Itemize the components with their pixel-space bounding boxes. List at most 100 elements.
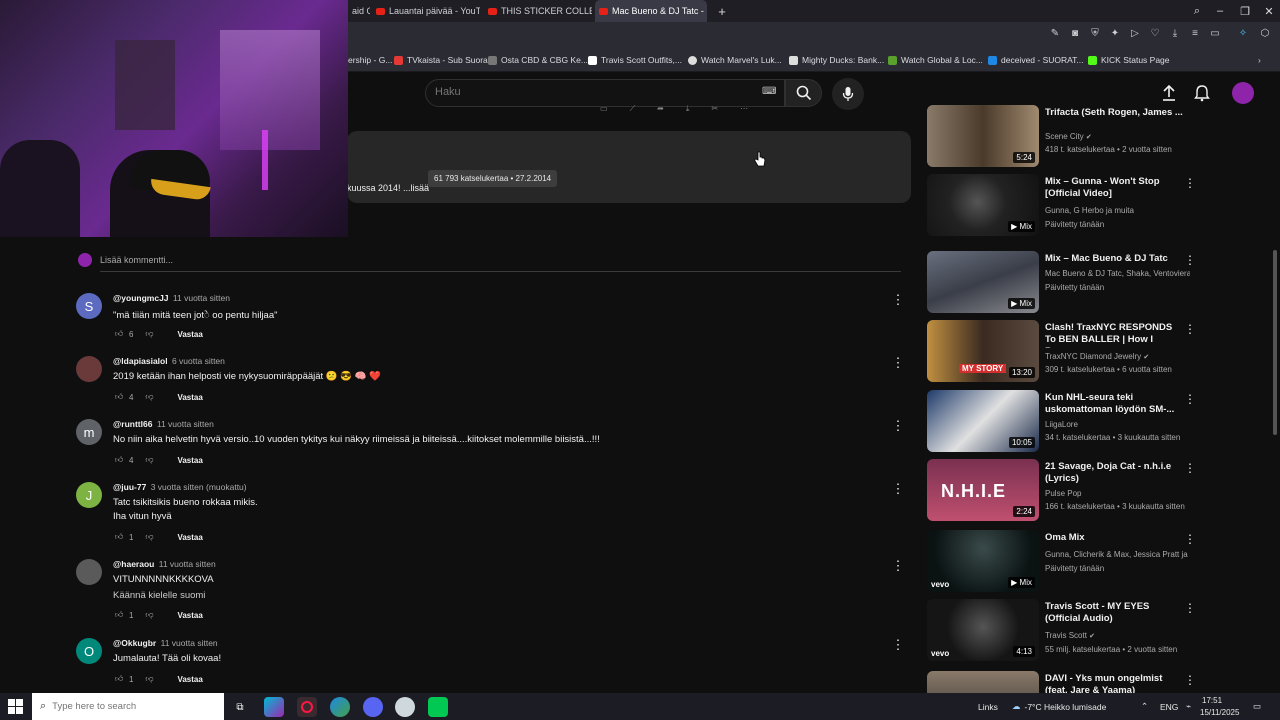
video-channel[interactable]: Gunna, G Herbo ja muita — [1045, 206, 1190, 215]
description-snippet[interactable]: kuussa 2014! ...lisää — [347, 183, 429, 193]
bookmark-item[interactable]: Watch Marvel's Luk... — [688, 53, 782, 67]
wallet-icon[interactable]: ▭ — [1208, 27, 1222, 41]
more-options-icon[interactable]: ⋮ — [891, 293, 905, 307]
reply-button[interactable]: Vastaa — [177, 330, 202, 339]
video-channel[interactable]: Gunna, Clicherik & Max, Jessica Pratt ja… — [1045, 550, 1190, 559]
opera-gx-icon[interactable] — [297, 697, 317, 717]
search-tabs-icon[interactable]: ⌕ — [1185, 0, 1209, 22]
share-icon[interactable]: ➦ — [657, 104, 664, 118]
camera-icon[interactable]: ◙ — [1068, 27, 1082, 41]
more-options-icon[interactable]: ⋮ — [1184, 673, 1196, 687]
video-thumbnail[interactable]: ▶ Mix — [927, 174, 1039, 236]
comment-author[interactable]: @ldapiasialol — [113, 356, 168, 366]
tab-partial[interactable]: aid Of — [348, 0, 370, 22]
scrollbar-thumb[interactable] — [1273, 250, 1277, 435]
search-box[interactable]: ⌨ — [425, 79, 785, 107]
reply-button[interactable]: Vastaa — [177, 533, 202, 542]
discord-icon[interactable] — [363, 697, 383, 717]
avatar[interactable] — [76, 559, 102, 585]
reply-button[interactable]: Vastaa — [177, 456, 202, 465]
related-video[interactable]: DAVI - Yks mun ongelmist (feat. Jare & Y… — [927, 671, 1207, 693]
channel-name[interactable]: Scene City — [1045, 132, 1084, 141]
comment-time[interactable]: 6 vuotta sitten — [172, 356, 225, 366]
like-icon[interactable]: 👍︎ — [113, 609, 125, 621]
video-thumbnail[interactable]: MY STORY 13:20 — [927, 320, 1039, 382]
avatar[interactable]: S — [76, 293, 102, 319]
video-title[interactable]: 21 Savage, Doja Cat - n.h.i.e (Lyrics) — [1045, 461, 1185, 485]
like-icon[interactable]: 👍︎ — [113, 454, 125, 466]
bookmark-item[interactable]: KICK Status Page — [1088, 53, 1170, 67]
play-icon[interactable]: ▷ — [1128, 27, 1142, 41]
dislike-icon[interactable]: 👎︎ — [143, 328, 155, 340]
more-options-icon[interactable]: ⋮ — [1184, 532, 1196, 546]
chat-app-icon[interactable] — [428, 697, 448, 717]
comment-time[interactable]: 11 vuotta sitten — [161, 638, 218, 648]
related-video[interactable]: MY STORY 13:20 Clash! TraxNYC RESPONDS T… — [927, 320, 1207, 382]
more-icon[interactable]: ⋯ — [740, 104, 748, 118]
more-bookmarks-icon[interactable]: › — [1258, 53, 1261, 67]
video-channel[interactable]: Pulse Pop — [1045, 489, 1190, 498]
related-video[interactable]: 5:24 Trifacta (Seth Rogen, James ... Sce… — [927, 105, 1207, 167]
like-icon[interactable]: 👍︎ — [113, 328, 125, 340]
avatar[interactable]: m — [76, 419, 102, 445]
video-title[interactable]: Trifacta (Seth Rogen, James ... — [1045, 107, 1185, 119]
like-icon[interactable]: ▭ — [600, 104, 608, 118]
language-indicator[interactable]: ENG — [1160, 693, 1178, 720]
comment-time[interactable]: 3 vuotta sitten (muokattu) — [151, 482, 247, 492]
bookmark-item[interactable]: Travis Scott Outfits,... — [588, 53, 682, 67]
bookmark-item[interactable]: ership - G... — [348, 53, 392, 67]
like-icon[interactable]: 👍︎ — [113, 391, 125, 403]
keyboard-icon[interactable]: ⌨ — [762, 86, 776, 97]
notifications-button[interactable] — [1193, 84, 1211, 102]
like-icon[interactable]: 👍︎ — [113, 673, 125, 685]
shield-icon[interactable]: ⛨ — [1088, 27, 1102, 41]
more-options-icon[interactable]: ⋮ — [1184, 392, 1196, 406]
clock-time[interactable]: 17:51 — [1202, 694, 1222, 706]
comment-author[interactable]: @Okkugbr — [113, 638, 156, 648]
tab-active[interactable]: Mac Bueno & DJ Tatc - N — [595, 0, 707, 22]
related-video[interactable]: ▶ Mix Mix – Gunna - Won't Stop [Official… — [927, 174, 1207, 236]
description-box[interactable]: kuussa 2014! ...lisää — [347, 131, 911, 203]
video-thumbnail[interactable]: vevo 4:13 — [927, 599, 1039, 661]
taskbar-search-input[interactable] — [52, 701, 213, 712]
copilot-icon[interactable] — [264, 697, 284, 717]
reply-button[interactable]: Vastaa — [177, 675, 202, 684]
more-options-icon[interactable]: ⋮ — [891, 356, 905, 370]
edge-icon[interactable] — [330, 697, 350, 717]
more-options-icon[interactable]: ⋮ — [891, 419, 905, 433]
related-video[interactable]: ▶ Mix Mix – Mac Bueno & DJ Tatc Mac Buen… — [927, 251, 1207, 313]
bookmark-item[interactable]: deceived - SUORAT... — [988, 53, 1084, 67]
weather-widget[interactable]: ☁ -7°C Heikko lumisade — [1012, 693, 1106, 720]
channel-name[interactable]: TraxNYC Diamond Jewelry — [1045, 352, 1141, 361]
video-thumbnail[interactable] — [927, 671, 1039, 693]
account-avatar[interactable] — [1232, 82, 1254, 104]
video-title[interactable]: Clash! TraxNYC RESPONDS To BEN BALLER | … — [1045, 322, 1185, 348]
tab-sticker[interactable]: THIS STICKER COLLECTOR — [484, 0, 592, 22]
more-options-icon[interactable]: ⋮ — [891, 482, 905, 496]
video-title[interactable]: Travis Scott - MY EYES (Official Audio) — [1045, 601, 1185, 625]
video-thumbnail[interactable]: 10:05 — [927, 390, 1039, 452]
comment-author[interactable]: @juu-77 — [113, 482, 146, 492]
minimize-button[interactable]: – — [1208, 0, 1232, 22]
task-view-icon[interactable]: ⧉ — [230, 697, 250, 717]
video-channel[interactable]: Scene City ✔ — [1045, 132, 1190, 141]
reply-button[interactable]: Vastaa — [177, 611, 202, 620]
dislike-icon[interactable]: 👎︎ — [143, 391, 155, 403]
dislike-icon[interactable]: 👎︎ — [143, 531, 155, 543]
add-comment-input[interactable]: Lisää kommentti... — [100, 255, 173, 265]
video-title[interactable]: Kun NHL-seura teki uskomattoman löydön S… — [1045, 392, 1185, 416]
search-button[interactable] — [785, 79, 822, 107]
menu-icon[interactable]: ≡ — [1188, 27, 1202, 41]
video-channel[interactable]: Mac Bueno & DJ Tatc, Shaka, Ventoviera..… — [1045, 269, 1190, 278]
comment-author[interactable]: @runttl66 — [113, 419, 152, 429]
related-video[interactable]: vevo ▶ Mix Oma Mix Gunna, Clicherik & Ma… — [927, 530, 1207, 592]
clip-icon[interactable]: ✂ — [711, 104, 718, 118]
translate-link[interactable]: Käännä kielelle suomi — [113, 590, 205, 601]
dislike-icon[interactable]: 👎︎ — [143, 454, 155, 466]
video-channel[interactable]: Travis Scott ✔ — [1045, 631, 1190, 640]
dislike-icon[interactable]: 👎︎ — [143, 673, 155, 685]
download-icon[interactable]: ⤓ — [1168, 27, 1182, 41]
app-icon[interactable] — [395, 697, 415, 717]
tab-lauantai[interactable]: Lauantai päivää - YouTube — [372, 0, 480, 22]
video-title[interactable]: Mix – Mac Bueno & DJ Tatc — [1045, 253, 1185, 265]
